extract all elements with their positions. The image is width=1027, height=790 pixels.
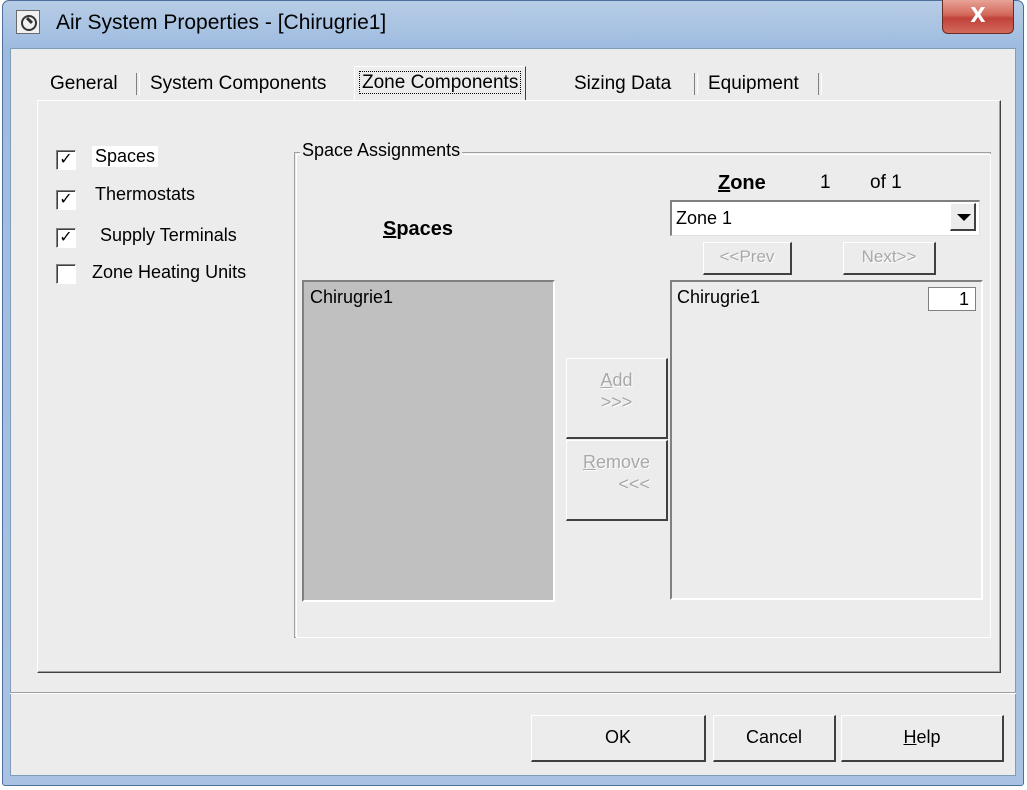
tab-separator: [136, 73, 140, 95]
spaces-header: Spaces: [383, 218, 453, 241]
prev-zone-button[interactable]: <<Prev: [703, 242, 792, 275]
tab-general[interactable]: General: [46, 68, 122, 100]
zone-heating-units-checkbox[interactable]: [56, 264, 76, 284]
help-button-mnemonic: H: [903, 727, 917, 747]
available-spaces-list[interactable]: [302, 280, 555, 602]
zone-heating-units-checkbox-label[interactable]: Zone Heating Units: [92, 262, 246, 283]
spaces-checkbox-label[interactable]: Spaces: [92, 146, 159, 167]
spaces-header-rest: paces: [396, 218, 454, 240]
help-button[interactable]: Help: [841, 715, 1004, 762]
tab-equipment[interactable]: Equipment: [704, 68, 803, 100]
remove-button-arrows: <<<: [618, 474, 650, 494]
supply-terminals-checkbox[interactable]: ✓: [56, 228, 76, 248]
zone-index: 1: [820, 172, 831, 193]
remove-button-mnemonic: R: [582, 452, 596, 472]
help-button-label-rest: elp: [916, 727, 941, 747]
zone-total: of 1: [870, 172, 902, 193]
app-icon: [16, 10, 40, 34]
tab-sizing-data[interactable]: Sizing Data: [570, 68, 675, 100]
tab-separator: [818, 73, 822, 95]
list-item[interactable]: Chirugrie1: [677, 287, 760, 308]
thermostats-checkbox-label[interactable]: Thermostats: [95, 184, 195, 205]
zone-spaces-list[interactable]: [670, 280, 983, 600]
supply-terminals-checkbox-label[interactable]: Supply Terminals: [100, 225, 237, 246]
tab-zone-components-label: Zone Components: [359, 71, 522, 94]
list-item[interactable]: Chirugrie1: [310, 287, 393, 308]
zone-header: Zone: [718, 172, 766, 195]
spaces-checkbox[interactable]: ✓: [56, 150, 76, 170]
remove-button-label-rest: emove: [595, 452, 651, 472]
chevron-down-icon[interactable]: [950, 203, 976, 231]
add-button[interactable]: Add >>>: [566, 358, 668, 439]
zone-header-mnemonic: Z: [718, 172, 731, 194]
remove-button[interactable]: Remove <<<: [566, 440, 668, 521]
footer-divider: [10, 692, 1016, 694]
next-zone-button[interactable]: Next>>: [843, 242, 936, 275]
tab-separator: [694, 73, 698, 95]
thermostats-checkbox[interactable]: ✓: [56, 190, 76, 210]
add-button-label-rest: dd: [612, 370, 633, 390]
spaces-header-mnemonic: S: [383, 218, 397, 240]
space-assignments-title: Space Assignments: [300, 140, 463, 161]
tab-zone-components[interactable]: Zone Components: [354, 66, 527, 101]
add-button-label: Add: [567, 369, 666, 391]
remove-button-label: Remove: [567, 451, 666, 473]
add-button-mnemonic: A: [600, 370, 613, 390]
add-button-arrows: >>>: [600, 392, 633, 412]
zone-header-rest: one: [730, 172, 766, 194]
zone-select[interactable]: Zone 1: [670, 200, 980, 236]
close-button[interactable]: X: [942, 0, 1014, 34]
window-title: Air System Properties - [Chirugrie1]: [56, 11, 387, 34]
space-multiplier-field[interactable]: 1: [928, 287, 976, 311]
tab-system-components[interactable]: System Components: [146, 68, 330, 100]
cancel-button[interactable]: Cancel: [713, 715, 836, 762]
ok-button[interactable]: OK: [531, 715, 706, 762]
